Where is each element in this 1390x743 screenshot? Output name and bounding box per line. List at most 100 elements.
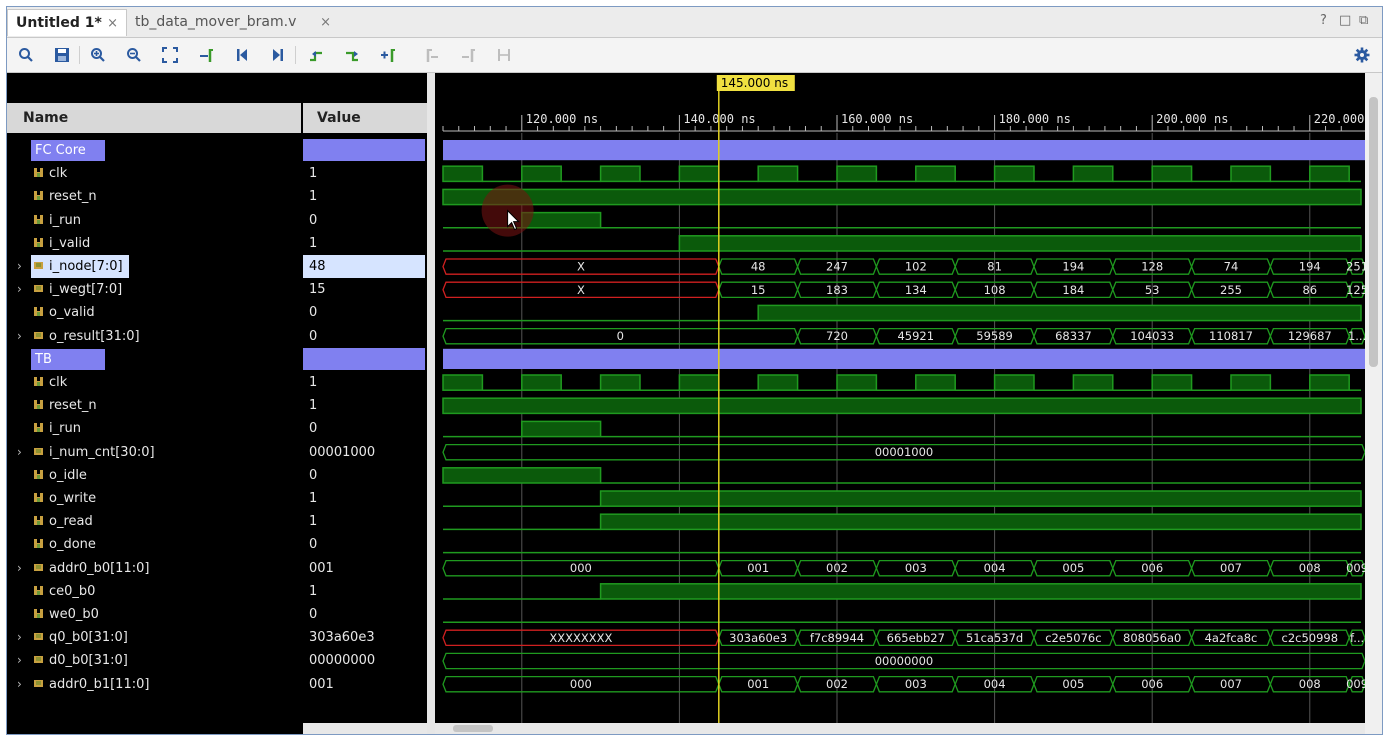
clock-high-pulse [836,165,878,183]
signal-name: o_read [49,514,93,530]
tab-close-icon[interactable]: × [107,10,118,37]
float-window-icon[interactable]: ⧉ [1359,13,1368,28]
bus-value-label: 0 [617,329,624,343]
bus-value-label: 86 [1302,283,1317,297]
signal-value: 303a60e3 [309,630,375,646]
bus-value-label: 184 [1062,283,1084,297]
value-column-header[interactable]: Value [303,103,427,133]
signal-value: 001 [309,676,334,692]
expand-chevron-icon[interactable]: › [17,626,22,649]
expand-chevron-icon[interactable]: › [17,649,22,672]
panel-splitter[interactable] [427,73,435,734]
save-icon[interactable] [51,44,73,66]
bus-value-label: 006 [1141,561,1163,575]
bus-value-label: 001 [747,677,769,691]
signal-name: i_run [49,212,81,228]
expand-chevron-icon[interactable]: › [17,255,22,278]
bus-value-label: 81 [987,260,1002,274]
bit-icon [34,539,43,549]
bus-icon [34,285,43,293]
bus-icon [34,331,43,339]
maximize-icon[interactable]: □ [1339,13,1351,28]
group-band [443,348,1365,369]
scrollbar-thumb[interactable] [1369,97,1378,367]
signal-value: 00000000 [309,653,376,669]
value-horizontal-scrollbar[interactable] [303,723,427,734]
clock-high-pulse [1230,165,1272,183]
bus-value-label: c2c50998 [1282,631,1339,645]
bus-value-label: 005 [1062,677,1084,691]
tab-label: Untitled 1* [16,15,102,31]
tab-untitled-1[interactable]: Untitled 1* × [7,9,127,36]
clock-high-pulse [1309,165,1350,183]
signal-value [303,347,425,370]
bus-value-label: 110817 [1209,329,1253,343]
expand-chevron-icon[interactable]: › [17,441,22,464]
signal-value: 1 [309,189,318,205]
signal-name: o_result[31:0] [49,328,140,344]
waveform-canvas[interactable]: 120.000 ns 140.000 ns 160.000 ns 180.000 ns… [435,73,1365,723]
add-marker-icon[interactable] [377,44,399,66]
signal-name: i_wegt[7:0] [49,282,123,298]
bus-value-label: 255 [1220,283,1242,297]
zoom-in-icon[interactable] [87,44,109,66]
tab-tb-data-mover-bram[interactable]: tb_data_mover_bram.v × [127,9,339,36]
clock-high-pulse [599,165,641,183]
signal-name: FC Core [35,143,86,158]
bus-value-label: 251 [1346,260,1365,274]
signal-value: 0 [309,607,318,622]
zoom-out-icon[interactable] [123,44,145,66]
previous-transition-icon[interactable] [305,44,327,66]
signal-high-level [757,304,1362,322]
bus-value-label: 48 [751,260,766,274]
expand-chevron-icon[interactable]: › [17,325,22,348]
vertical-scrollbar[interactable] [1365,73,1382,734]
signal-name: i_run [49,421,81,437]
clock-high-pulse [678,374,720,391]
bus-value-label: 247 [826,260,848,274]
expand-chevron-icon[interactable]: › [17,557,22,580]
scrollbar-thumb[interactable] [453,725,493,732]
clock-high-pulse [1230,374,1272,391]
tab-close-icon[interactable]: × [320,9,331,36]
go-to-cursor-icon[interactable] [195,44,217,66]
swap-cursors-icon[interactable] [493,44,515,66]
signal-value: 0 [309,328,318,344]
clock-high-pulse [993,165,1035,183]
clock-high-pulse [442,374,484,391]
previous-marker-icon[interactable] [421,44,443,66]
bus-value-label: 005 [1062,561,1084,575]
zoom-fit-icon[interactable] [159,44,181,66]
cursor-time-label: 145.000 ns [721,76,788,90]
waveform-viewer[interactable]: 120.000 ns 140.000 ns 160.000 ns 180.000 ns… [435,73,1365,723]
signal-name-panel: Name FC Core clk reset_n i_run i_valid › i_nod… [7,73,301,734]
search-icon[interactable] [15,44,37,66]
bus-value-label: 006 [1141,677,1163,691]
signal-value: 1 [309,514,318,530]
bus-value-label: 00000000 [875,654,934,668]
signal-value [303,139,425,161]
bit-icon [34,214,43,224]
bus-value-label: 108 [984,283,1006,297]
bus-icon [34,563,43,571]
signal-name: reset_n [49,398,97,414]
go-to-start-icon[interactable] [231,44,253,66]
bus-value-label: 1... [1348,329,1365,343]
help-icon[interactable]: ? [1320,13,1327,28]
signal-value: 15 [309,282,326,298]
name-column-header[interactable]: Name [7,103,301,133]
go-to-end-icon[interactable] [267,44,289,66]
signal-high-level [521,211,602,229]
expand-chevron-icon[interactable]: › [17,278,22,301]
bus-value-label: 004 [984,677,1006,691]
bit-icon [34,423,43,433]
settings-icon[interactable] [1351,44,1373,66]
signal-value: 1 [309,166,318,182]
next-marker-icon[interactable] [457,44,479,66]
wave-horizontal-scrollbar[interactable] [435,723,1365,734]
bus-value-label: 68337 [1055,329,1092,343]
bus-value-label: 000 [570,561,592,575]
next-transition-icon[interactable] [341,44,363,66]
signal-value: 1 [309,491,318,506]
expand-chevron-icon[interactable]: › [17,673,22,696]
